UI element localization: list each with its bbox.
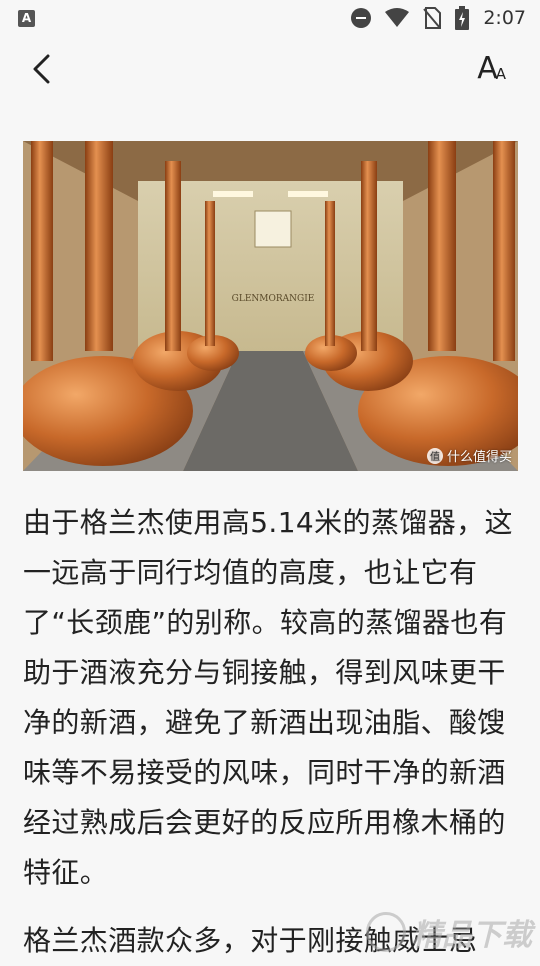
status-right: 2:07: [351, 6, 526, 30]
smzdm-logo-icon: 值: [426, 447, 443, 464]
site-watermark: 精品下载: [366, 910, 532, 954]
article-body: GLENMORANGIE 值 什么值得买 由于格兰杰使用高5.14米的蒸馏器，这…: [0, 102, 540, 960]
back-button[interactable]: [26, 54, 56, 84]
battery-charging-icon: [455, 6, 470, 30]
font-size-button[interactable]: AA: [477, 54, 506, 84]
site-logo-icon: [366, 912, 406, 952]
top-toolbar: AA: [0, 36, 540, 102]
wifi-icon: [385, 8, 410, 27]
watermark-text: 什么值得买: [446, 450, 512, 465]
status-bar: A 2:07: [0, 0, 540, 36]
font-size-icon-big: A: [477, 51, 498, 86]
app-badge-icon: A: [18, 9, 35, 27]
sign-text: GLENMORANGIE: [232, 294, 315, 304]
distillery-photo: GLENMORANGIE 值 什么值得买: [23, 141, 518, 471]
paragraph-1: 由于格兰杰使用高5.14米的蒸馏器，这一远高于同行均值的高度，也让它有了“长颈鹿…: [23, 506, 513, 889]
dnd-icon: [351, 8, 372, 28]
distillery-illustration: GLENMORANGIE: [23, 141, 518, 471]
site-watermark-text: 精品下载: [412, 918, 532, 953]
clock: 2:07: [483, 7, 526, 29]
no-sim-icon: [423, 7, 442, 29]
font-size-icon-small: A: [495, 65, 506, 83]
image-watermark: 值 什么值得买: [426, 446, 512, 465]
chevron-left-icon: [33, 54, 50, 84]
status-left: A: [18, 9, 35, 27]
